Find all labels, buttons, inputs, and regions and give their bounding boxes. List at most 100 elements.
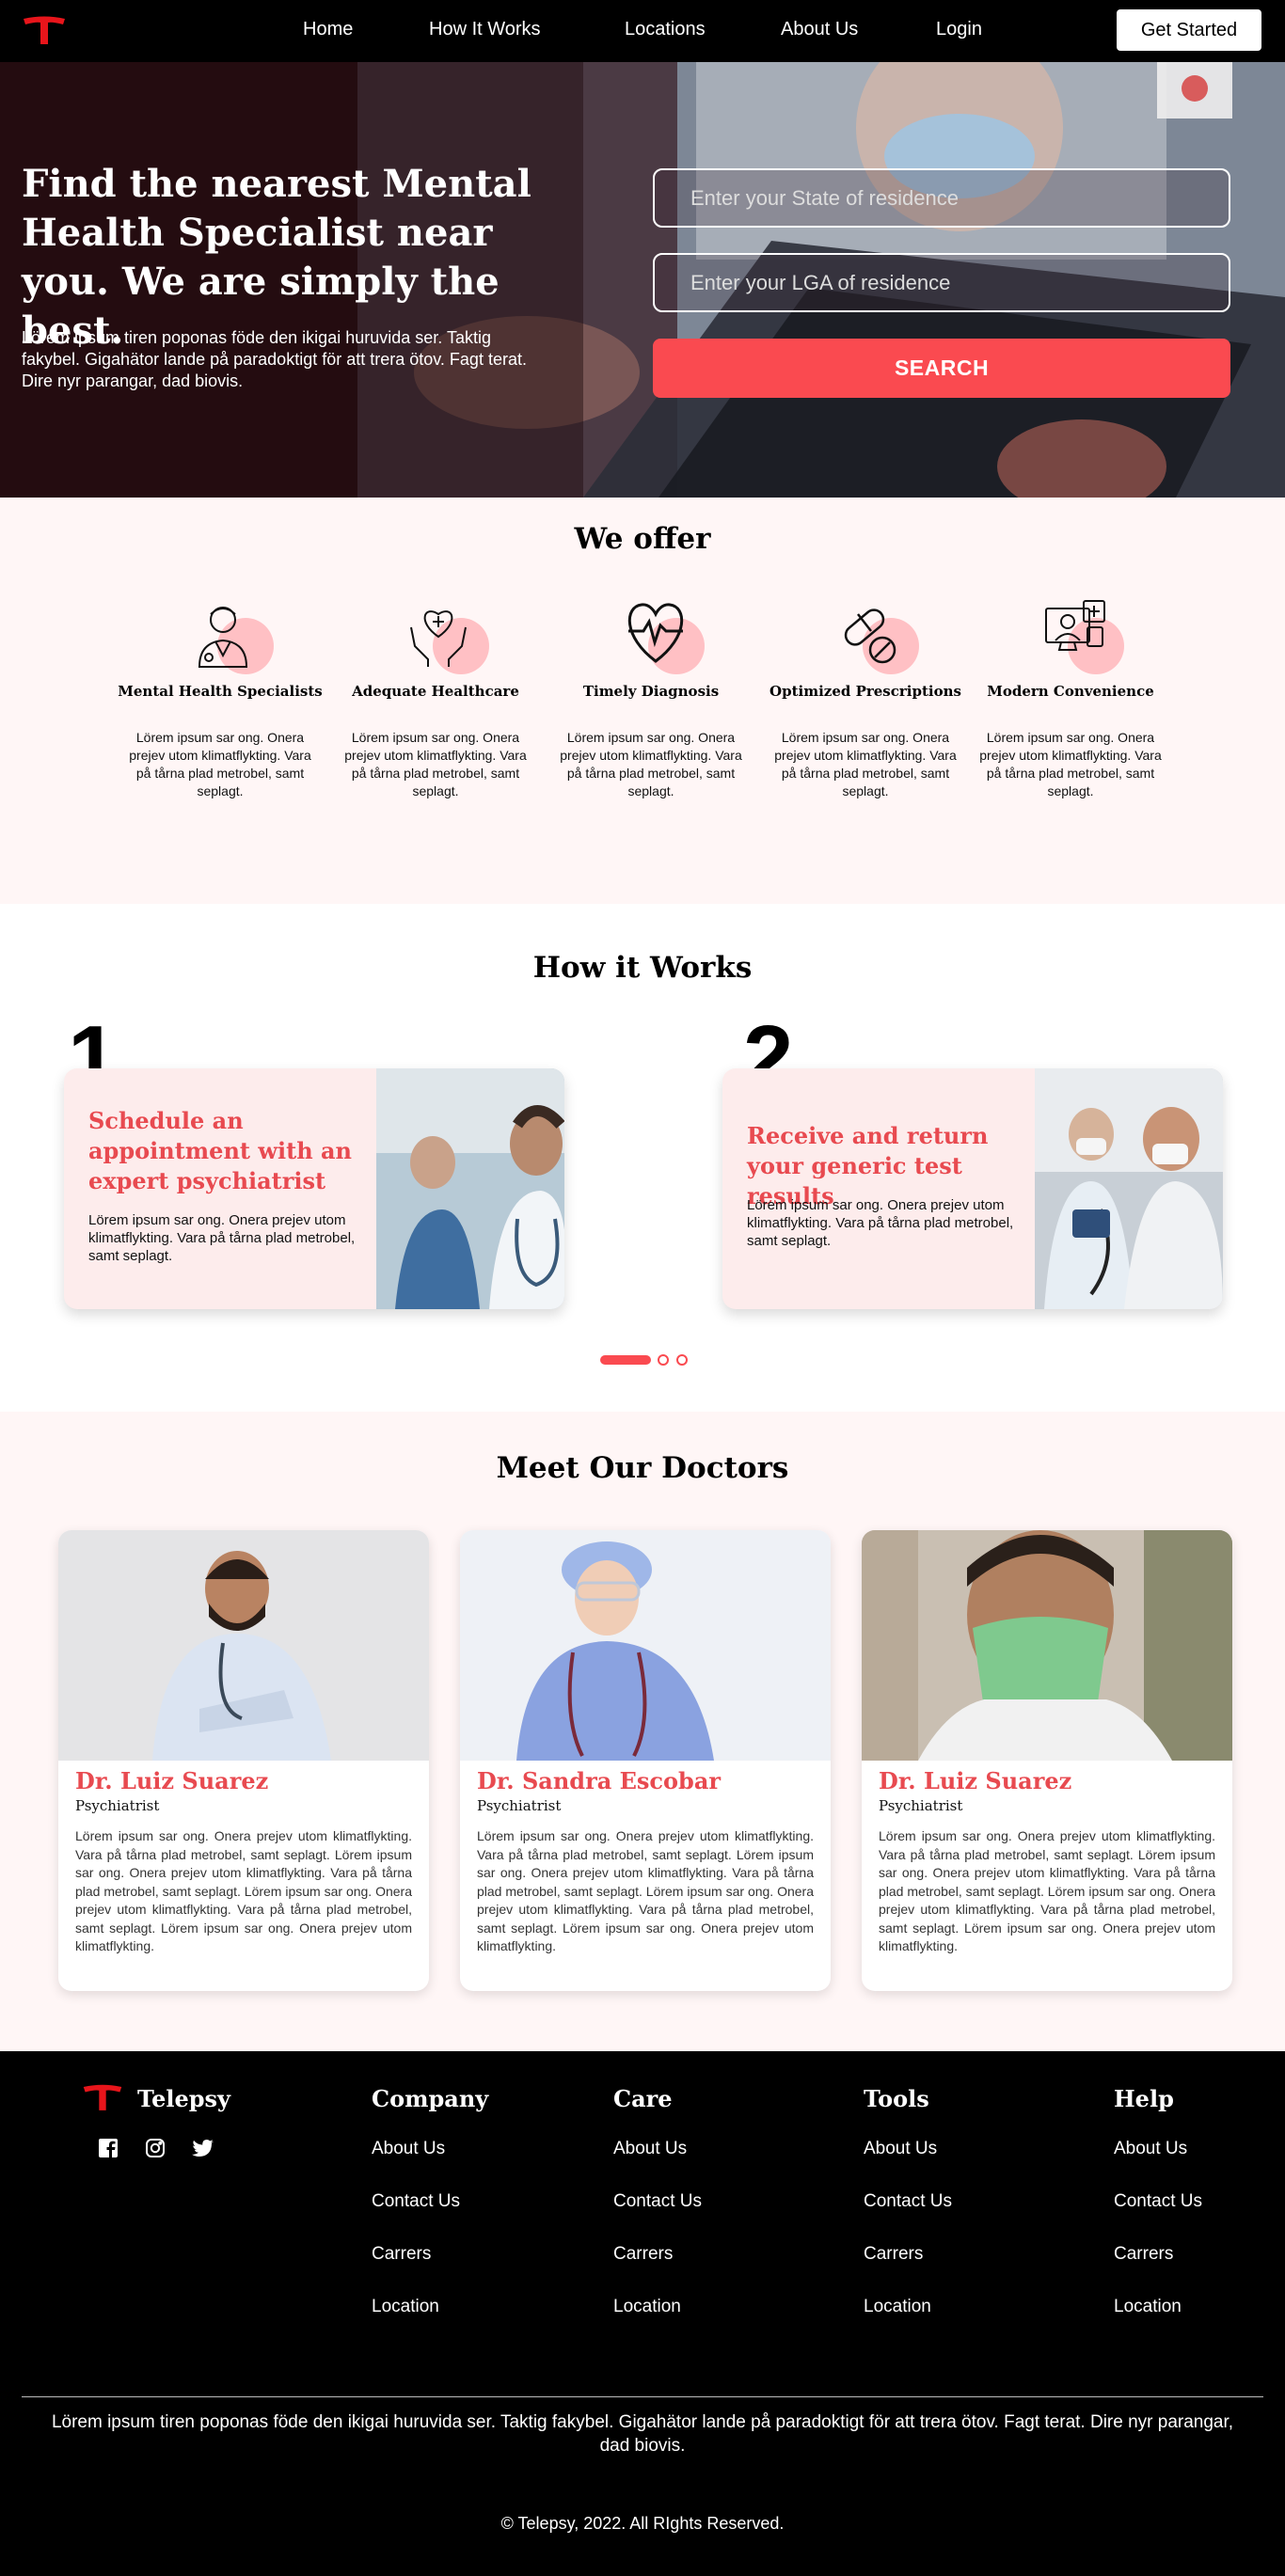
offer-item-title: Timely Diagnosis [582,683,720,700]
nav-links: Home How It Works Locations About Us Log… [0,0,1285,62]
doctor-name: Dr. Luiz Suarez [879,1767,1072,1794]
offer-item-mental-health: Mental Health Specialists Lörem ipsum sa… [117,592,324,800]
step-title: Schedule an appointment with an expert p… [88,1107,352,1194]
footer-link[interactable]: About Us [1114,2135,1202,2188]
doctor-name: Dr. Sandra Escobar [477,1767,722,1794]
footer-link[interactable]: About Us [613,2135,702,2188]
offer-item-title: Mental Health Specialists [118,683,323,700]
doctor-card[interactable]: Dr. Sandra Escobar Psychiatrist Lörem ip… [460,1530,831,1991]
pill-icon [814,592,919,676]
footer-col-title: Help [1114,2085,1174,2112]
doctor-bio: Lörem ipsum sar ong. Onera prejev utom k… [879,1828,1215,1953]
footer-link[interactable]: Location [1114,2293,1202,2346]
nav-locations[interactable]: Locations [625,19,706,40]
doctors-title: Meet Our Doctors [496,1451,789,1485]
footer-link[interactable]: Carrers [372,2240,488,2293]
nav-about-us[interactable]: About Us [781,19,858,40]
lga-input[interactable]: Enter your LGA of residence [653,253,1230,312]
footer-col-title: Company [372,2085,489,2112]
offer-title: We offer [574,522,711,556]
offer-item-text: Lörem ipsum sar ong. Onera prejev utom k… [129,730,311,798]
footer-brand[interactable]: Telepsy [81,2083,230,2113]
footer-legal-text: Lörem ipsum tiren poponas föde den ikiga… [51,2412,1234,2456]
offer-item-text: Lörem ipsum sar ong. Onera prejev utom k… [774,730,957,798]
offer-section: We offer Mental Health Specialists Lörem… [0,498,1285,904]
footer-link[interactable]: About Us [372,2135,488,2188]
footer-link[interactable]: Carrers [1114,2240,1202,2293]
footer-link[interactable]: Location [372,2293,488,2346]
doctors-section: Meet Our Doctors Dr. Luiz Suarez Psychia… [0,1412,1285,2051]
step-text: Lörem ipsum sar ong. Onera prejev utom k… [747,1197,1014,1249]
footer-link[interactable]: Contact Us [372,2188,488,2240]
footer-col-tools: Tools About Us Contact Us Carrers Locati… [864,2085,952,2346]
nav-how-it-works[interactable]: How It Works [429,19,541,40]
carousel-dot-active[interactable] [600,1355,651,1365]
footer-brand-name: Telepsy [137,2084,230,2112]
footer-link[interactable]: Contact Us [1114,2188,1202,2240]
heart-hands-icon [384,592,489,676]
search-button[interactable]: SEARCH [653,339,1230,398]
footer-col-help: Help About Us Contact Us Carrers Locatio… [1114,2085,1202,2346]
heartbeat-icon [599,592,705,676]
offer-item-title: Modern Convenience [987,683,1154,700]
instagram-icon[interactable] [145,2138,166,2158]
offer-item-text: Lörem ipsum sar ong. Onera prejev utom k… [979,730,1162,798]
footer-link[interactable]: Carrers [864,2240,952,2293]
offer-item-title: Adequate Healthcare [352,683,519,700]
offer-item-text: Lörem ipsum sar ong. Onera prejev utom k… [344,730,527,798]
doctor-role: Psychiatrist [477,1797,562,1814]
twitter-icon[interactable] [192,2138,214,2158]
doctor-icon [168,592,274,676]
telepsy-logo-icon [83,2084,122,2110]
step-photo-checkup [1035,1068,1223,1309]
offer-item-diagnosis: Timely Diagnosis Lörem ipsum sar ong. On… [547,592,754,800]
doctor-name: Dr. Luiz Suarez [75,1767,269,1794]
footer-col-care: Care About Us Contact Us Carrers Locatio… [613,2085,702,2346]
how-it-works-section: How it Works 1 Schedule an appointment w… [0,904,1285,1412]
top-nav: Home How It Works Locations About Us Log… [0,0,1285,62]
offer-item-text: Lörem ipsum sar ong. Onera prejev utom k… [560,730,742,798]
nav-login[interactable]: Login [936,19,982,40]
step-card-2[interactable]: Receive and return your generic test res… [722,1068,1223,1309]
nav-home[interactable]: Home [303,19,353,40]
footer-link[interactable]: Contact Us [864,2188,952,2240]
doctor-photo [460,1530,831,1761]
footer-copyright: © Telepsy, 2022. All RIghts Reserved. [500,2514,785,2533]
footer-link[interactable]: About Us [864,2135,952,2188]
footer-link[interactable]: Carrers [613,2240,702,2293]
social-links [98,2138,214,2158]
offer-item-healthcare: Adequate Healthcare Lörem ipsum sar ong.… [332,592,539,800]
facebook-icon[interactable] [98,2138,119,2158]
doctor-bio: Lörem ipsum sar ong. Onera prejev utom k… [477,1828,814,1953]
carousel-dot[interactable] [658,1354,669,1366]
offer-item-convenience: Modern Convenience Lörem ipsum sar ong. … [967,592,1174,800]
how-title: How it Works [532,951,753,985]
footer-col-company: Company About Us Contact Us Carrers Loca… [372,2085,488,2346]
footer: Telepsy Company About Us Contact Us Carr… [0,2051,1285,2576]
hero-section: Find the nearest Mental Health Specialis… [0,62,1285,498]
doctor-card[interactable]: Dr. Luiz Suarez Psychiatrist Lörem ipsum… [58,1530,429,1991]
telemedicine-icon [1019,592,1124,676]
carousel-dots [600,1353,694,1367]
doctor-card[interactable]: Dr. Luiz Suarez Psychiatrist Lörem ipsum… [862,1530,1232,1991]
footer-link[interactable]: Location [613,2293,702,2346]
footer-col-title: Tools [864,2085,929,2112]
carousel-dot[interactable] [676,1354,688,1366]
step-card-1[interactable]: Schedule an appointment with an expert p… [64,1068,564,1309]
doctor-photo [58,1530,429,1761]
step-text: Lörem ipsum sar ong. Onera prejev utom k… [88,1212,356,1264]
doctor-role: Psychiatrist [75,1797,160,1814]
footer-link[interactable]: Location [864,2293,952,2346]
footer-col-title: Care [613,2085,673,2112]
footer-divider [22,2396,1263,2397]
state-input[interactable]: Enter your State of residence [653,168,1230,228]
doctor-photo [862,1530,1232,1761]
hero-heading: Find the nearest Mental Health Specialis… [22,162,531,353]
offer-item-prescriptions: Optimized Prescriptions Lörem ipsum sar … [762,592,969,800]
doctor-role: Psychiatrist [879,1797,963,1814]
offer-item-title: Optimized Prescriptions [769,683,961,700]
footer-link[interactable]: Contact Us [613,2188,702,2240]
step-photo-doctors [376,1068,564,1309]
get-started-button[interactable]: Get Started [1117,9,1261,51]
hero-subtext: Lörem ipsum tiren poponas föde den ikiga… [22,328,527,390]
